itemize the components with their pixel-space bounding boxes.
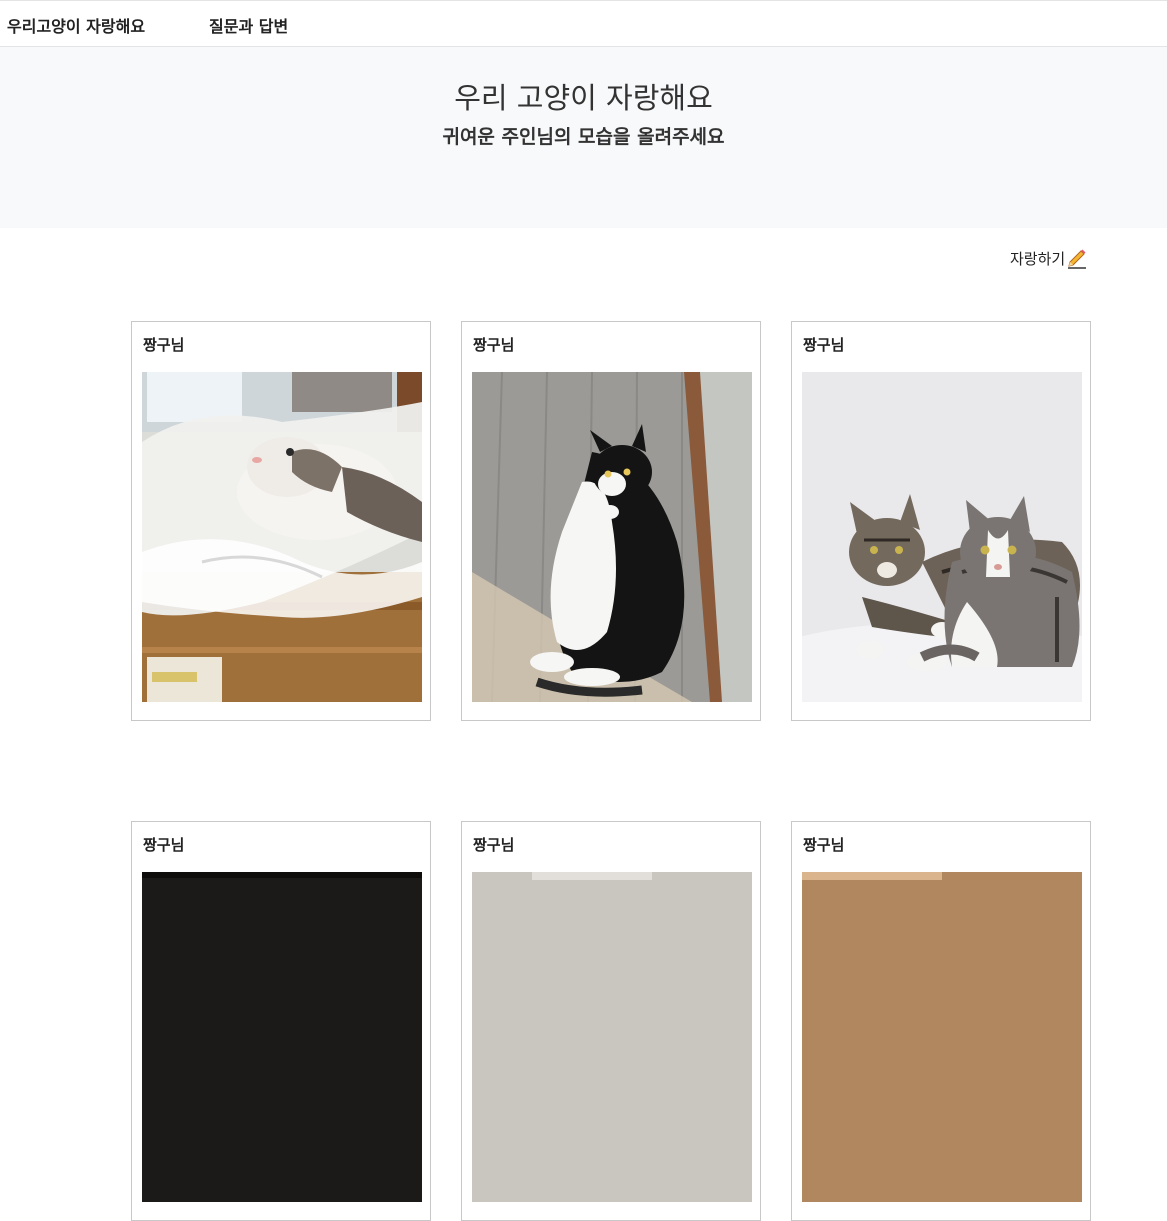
- brag-button[interactable]: 자랑하기: [1010, 248, 1087, 269]
- post-card-title: 짱구님: [143, 336, 185, 354]
- post-card[interactable]: 짱구님: [461, 321, 761, 721]
- cat-photo[interactable]: [802, 872, 1082, 1202]
- pencil-icon: [1067, 249, 1087, 269]
- page-title: 우리 고양이 자랑해요: [454, 81, 713, 115]
- post-card-title: 짱구님: [803, 336, 845, 354]
- brag-button-label: 자랑하기: [1010, 250, 1066, 268]
- tuxedo-cat-on-floor-photo[interactable]: [472, 372, 752, 702]
- nav-brand-link[interactable]: 우리고양이 자랑해요: [7, 13, 145, 37]
- post-card[interactable]: 짱구님: [791, 321, 1091, 721]
- page-subtitle: 귀여운 주인님의 모습을 올려주세요: [442, 126, 725, 148]
- post-card[interactable]: 짱구님: [131, 821, 431, 1221]
- post-card[interactable]: 짱구님: [131, 321, 431, 721]
- post-card-title: 짱구님: [473, 836, 515, 854]
- post-card-title: 짱구님: [143, 836, 185, 854]
- post-card[interactable]: 짱구님: [461, 821, 761, 1221]
- cat-in-plastic-bag-photo[interactable]: [142, 372, 422, 702]
- two-tabby-cats-photo[interactable]: [802, 372, 1082, 702]
- cat-photo[interactable]: [142, 872, 422, 1202]
- hero-banner: 우리 고양이 자랑해요 귀여운 주인님의 모습을 올려주세요: [0, 47, 1167, 228]
- post-card-title: 짱구님: [473, 336, 515, 354]
- navbar: 우리고양이 자랑해요 질문과 답변: [0, 0, 1167, 47]
- nav-qa-link[interactable]: 질문과 답변: [209, 13, 288, 37]
- cat-photo[interactable]: [472, 872, 752, 1202]
- post-card-title: 짱구님: [803, 836, 845, 854]
- post-card[interactable]: 짱구님: [791, 821, 1091, 1221]
